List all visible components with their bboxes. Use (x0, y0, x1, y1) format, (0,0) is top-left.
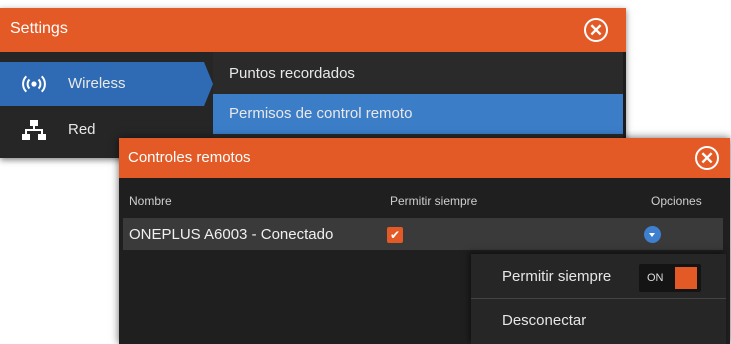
network-icon (22, 120, 46, 140)
wireless-icon (22, 75, 46, 93)
popup-item-allow-always[interactable]: Permitir siempre ON (471, 256, 726, 298)
settings-close-button[interactable]: ✕ (584, 18, 608, 42)
list-item-puntos-recordados[interactable]: Puntos recordados (213, 54, 623, 94)
close-icon: ✕ (699, 148, 715, 168)
column-header-options: Opciones (651, 194, 702, 208)
table-row[interactable]: ONEPLUS A6003 - Conectado ✔ (123, 218, 723, 250)
options-popup: Permitir siempre ON Desconectar (471, 254, 726, 344)
list-item-label: Puntos recordados (229, 65, 355, 82)
dialog-header: Controles remotos ✕ (119, 138, 730, 178)
dialog-close-button[interactable]: ✕ (695, 146, 719, 170)
column-header-name: Nombre (129, 194, 172, 208)
device-name: ONEPLUS A6003 - Conectado (129, 226, 334, 243)
divider (471, 298, 726, 299)
toggle-knob (675, 267, 697, 289)
sidebar-item-label: Red (68, 121, 96, 138)
allow-always-toggle[interactable]: ON (639, 264, 701, 292)
dialog-title: Controles remotos (128, 149, 251, 166)
popup-item-disconnect[interactable]: Desconectar (471, 300, 726, 342)
settings-title: Settings (10, 20, 68, 37)
popup-item-label: Desconectar (502, 312, 587, 329)
popup-item-label: Permitir siempre (502, 268, 612, 285)
checkmark-icon: ✔ (389, 228, 401, 242)
toggle-state-label: ON (647, 272, 664, 284)
list-item-permisos-control-remoto[interactable]: Permisos de control remoto (213, 94, 623, 134)
list-item-label: Permisos de control remoto (229, 105, 413, 122)
sidebar-item-wireless[interactable]: Wireless (0, 62, 213, 106)
settings-window: Settings ✕ Wireless Red Puntos recordado… (0, 8, 626, 158)
close-icon: ✕ (588, 20, 604, 40)
column-header-allow: Permitir siempre (390, 194, 478, 208)
options-button[interactable] (644, 226, 661, 243)
settings-header: Settings ✕ (0, 8, 626, 52)
sidebar-item-label: Wireless (68, 75, 126, 92)
allow-always-checkbox[interactable]: ✔ (387, 227, 403, 243)
